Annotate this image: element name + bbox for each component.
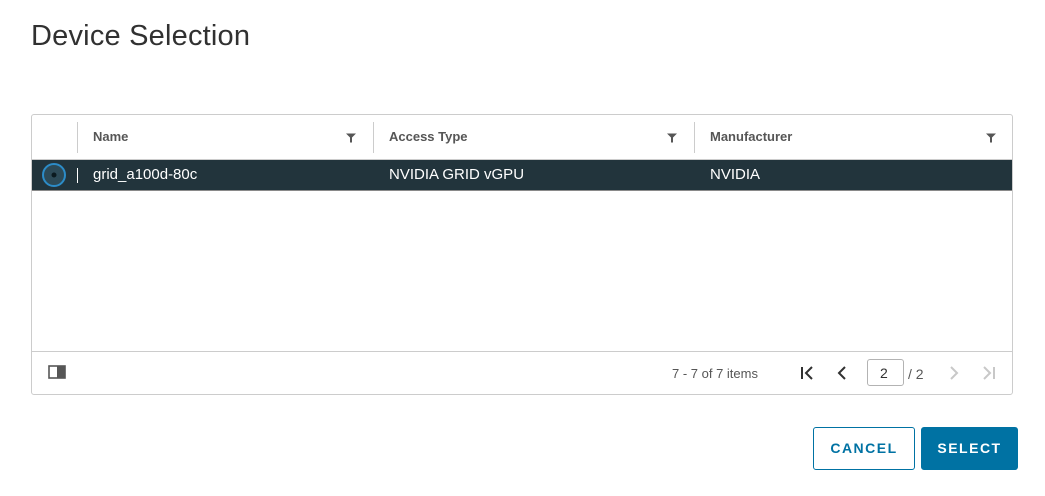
page-total: / 2 [908, 366, 924, 382]
radio-selected-icon[interactable] [42, 163, 66, 187]
cell-name: grid_a100d-80c [93, 166, 198, 183]
column-header-manufacturer[interactable]: Manufacturer [695, 115, 1012, 160]
device-grid: Name Access Type Manufacturer grid_a100d… [31, 114, 1013, 395]
prev-page-icon[interactable] [833, 364, 851, 382]
pagination-items-text: 7 - 7 of 7 items [672, 366, 758, 381]
column-header-label: Name [93, 129, 129, 144]
device-selection-dialog: Device Selection Name Access Type Manufa… [0, 0, 1045, 496]
row-separator [77, 168, 78, 183]
cancel-button[interactable]: CANCEL [813, 427, 915, 470]
last-page-icon[interactable] [979, 364, 997, 382]
cell-manufacturer: NVIDIA [710, 166, 761, 183]
next-page-icon[interactable] [945, 364, 963, 382]
filter-icon[interactable] [345, 132, 357, 144]
column-header-access-type[interactable]: Access Type [374, 115, 694, 160]
cell-access-type: NVIDIA GRID vGPU [389, 166, 525, 183]
column-header-label: Manufacturer [710, 129, 793, 144]
filter-icon[interactable] [666, 132, 678, 144]
grid-footer: 7 - 7 of 7 items / 2 [32, 351, 1012, 394]
column-toggle-icon[interactable] [48, 365, 66, 379]
column-header-name[interactable]: Name [78, 115, 373, 160]
table-row[interactable]: grid_a100d-80c NVIDIA GRID vGPU NVIDIA [32, 160, 1012, 191]
first-page-icon[interactable] [799, 364, 817, 382]
dialog-title: Device Selection [31, 20, 251, 52]
page-number-input[interactable] [867, 359, 904, 386]
filter-icon[interactable] [985, 132, 997, 144]
column-header-label: Access Type [389, 129, 468, 144]
grid-header: Name Access Type Manufacturer [32, 115, 1012, 160]
select-button[interactable]: SELECT [921, 427, 1018, 470]
